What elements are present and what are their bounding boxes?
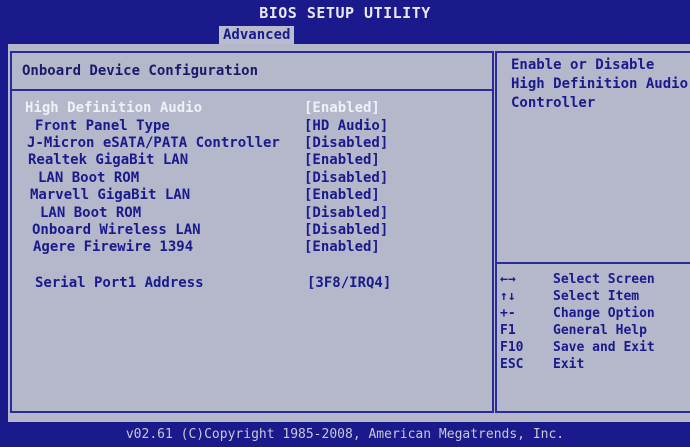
- key-legend-item: +- Change Option: [500, 305, 690, 322]
- key-legend-item: ↑↓ Select Item: [500, 288, 690, 305]
- arrows-up-down-icon: ↑↓: [500, 289, 516, 304]
- setting-row-realtek-lan[interactable]: Realtek GigaBit LAN [Enabled]: [0, 152, 494, 169]
- setting-row-serial-port[interactable]: Serial Port1 Address [3F8/IRQ4]: [0, 275, 494, 292]
- setting-label: Marvell GigaBit LAN: [30, 187, 191, 203]
- setting-row-marvell-lan-boot-rom[interactable]: LAN Boot ROM [Disabled]: [0, 205, 494, 222]
- setting-row-firewire[interactable]: Agere Firewire 1394 [Enabled]: [0, 239, 494, 256]
- help-divider: [495, 262, 690, 264]
- setting-value[interactable]: [Disabled]: [304, 170, 388, 187]
- arrows-left-right-icon: ←→: [500, 272, 516, 287]
- key-legend-item: F1 General Help: [500, 322, 690, 339]
- key-legend-item: F10 Save and Exit: [500, 339, 690, 356]
- setting-value[interactable]: [3F8/IRQ4]: [307, 275, 391, 292]
- setting-value[interactable]: [Disabled]: [304, 222, 388, 239]
- setting-label: High Definition Audio: [25, 100, 203, 116]
- setting-label: Agere Firewire 1394: [33, 239, 194, 255]
- setting-label: J-Micron eSATA/PATA Controller: [27, 135, 280, 151]
- setting-row-wireless-lan[interactable]: Onboard Wireless LAN [Disabled]: [0, 222, 494, 239]
- setting-label: Realtek GigaBit LAN: [28, 152, 189, 168]
- setting-value[interactable]: [Disabled]: [304, 135, 388, 152]
- help-description: Enable or Disable High Definition Audio …: [511, 57, 689, 111]
- key-legend-item: ←→ Select Screen: [500, 271, 690, 288]
- window-title: BIOS SETUP UTILITY: [0, 0, 690, 26]
- setting-value[interactable]: [Enabled]: [304, 239, 380, 256]
- key-description: Select Item: [553, 289, 640, 304]
- key-description: Change Option: [553, 306, 655, 321]
- setting-row-hd-audio[interactable]: High Definition Audio [Enabled]: [0, 100, 494, 117]
- setting-label: LAN Boot ROM: [38, 170, 140, 186]
- setting-row-marvell-lan[interactable]: Marvell GigaBit LAN [Enabled]: [0, 187, 494, 204]
- key-f1: F1: [500, 323, 516, 338]
- setting-label: Front Panel Type: [35, 118, 170, 134]
- setting-label: Serial Port1 Address: [35, 275, 204, 291]
- key-description: Select Screen: [553, 272, 655, 287]
- key-description: Exit: [553, 357, 585, 372]
- section-divider: [12, 89, 492, 91]
- setting-label: LAN Boot ROM: [40, 205, 142, 221]
- key-legend-item: ESC Exit: [500, 356, 690, 373]
- copyright-footer: v02.61 (C)Copyright 1985-2008, American …: [0, 424, 690, 447]
- setting-value[interactable]: [Enabled]: [304, 152, 380, 169]
- setting-value[interactable]: [Disabled]: [304, 205, 388, 222]
- setting-value[interactable]: [Enabled]: [304, 100, 380, 117]
- setting-value[interactable]: [Enabled]: [304, 187, 380, 204]
- setting-row-front-panel-type[interactable]: Front Panel Type [HD Audio]: [0, 118, 494, 135]
- setting-row-jmicron-controller[interactable]: J-Micron eSATA/PATA Controller [Disabled…: [0, 135, 494, 152]
- section-title: Onboard Device Configuration: [22, 63, 259, 79]
- key-description: Save and Exit: [553, 340, 655, 355]
- key-description: General Help: [553, 323, 647, 338]
- setting-value[interactable]: [HD Audio]: [304, 118, 388, 135]
- tab-advanced[interactable]: Advanced: [219, 26, 295, 44]
- key-esc: ESC: [500, 357, 524, 372]
- setting-label: Onboard Wireless LAN: [32, 222, 201, 238]
- key-f10: F10: [500, 340, 524, 355]
- setting-row-realtek-lan-boot-rom[interactable]: LAN Boot ROM [Disabled]: [0, 170, 494, 187]
- tab-bar: Advanced: [0, 26, 690, 44]
- plus-minus-icon: +-: [500, 306, 516, 321]
